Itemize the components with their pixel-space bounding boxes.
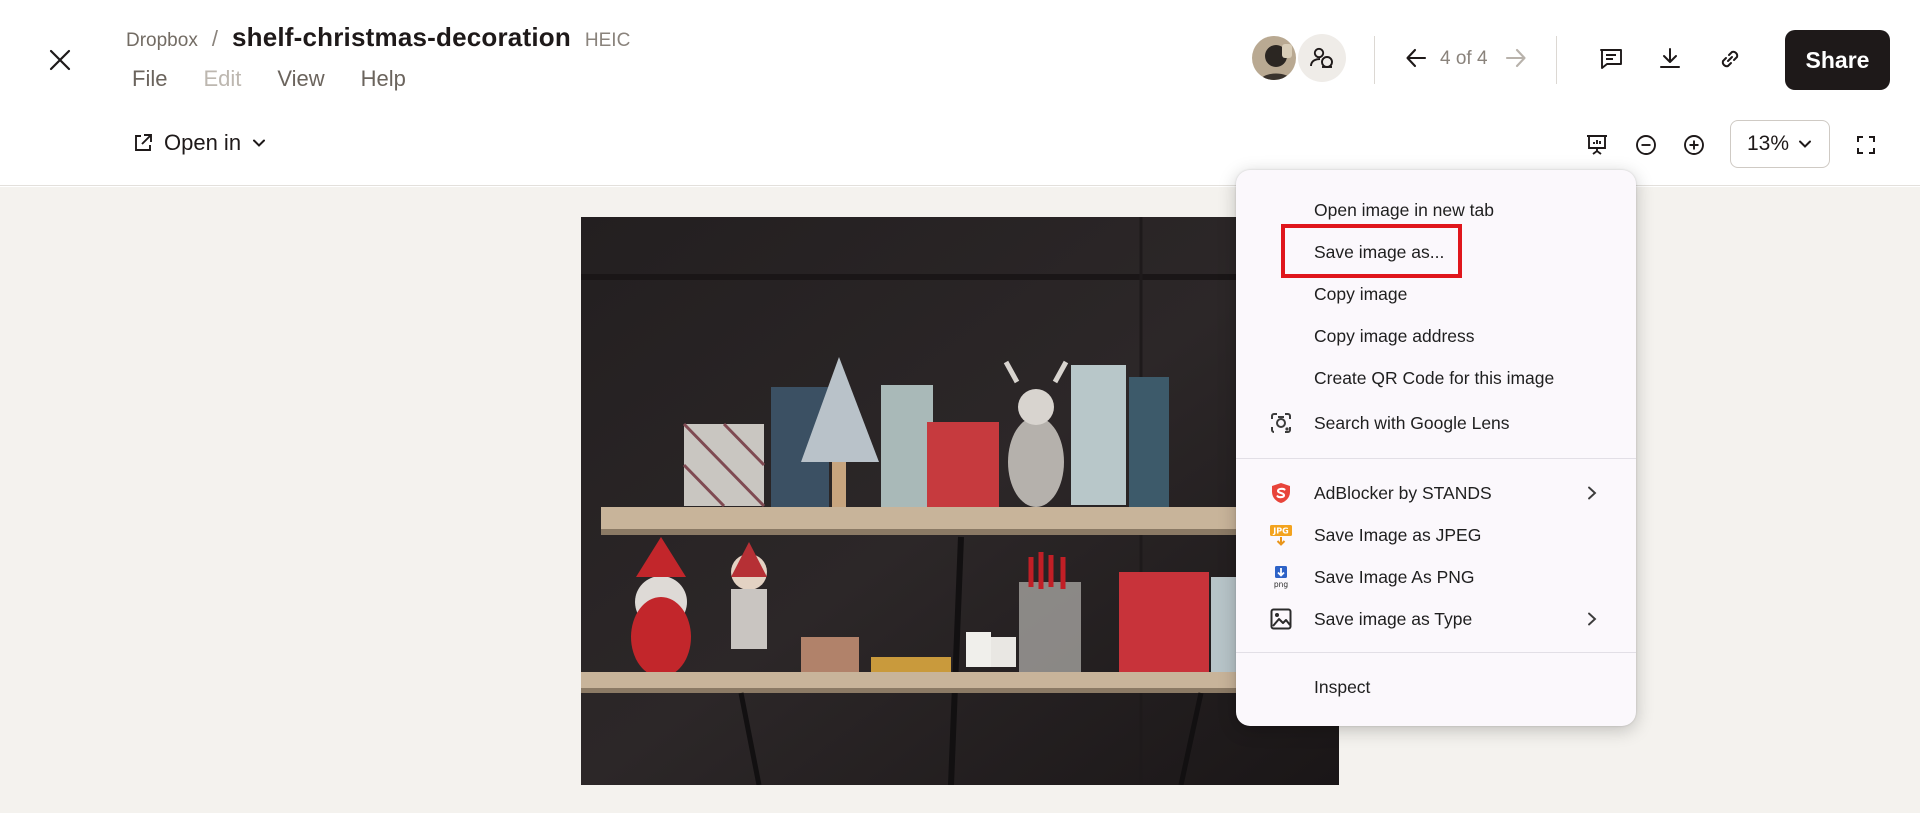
breadcrumb: Dropbox / shelf-christmas-decoration HEI… bbox=[126, 22, 630, 53]
menu-bar: File Edit View Help bbox=[132, 66, 406, 92]
person-share-icon bbox=[1310, 47, 1333, 68]
menu-item-create-qr-code[interactable]: Create QR Code for this image bbox=[1236, 358, 1636, 398]
file-position-counter: 4 of 4 bbox=[1440, 48, 1488, 69]
menu-item-adblocker-stands[interactable]: AdBlocker by STANDS bbox=[1236, 473, 1636, 513]
open-in-label: Open in bbox=[164, 130, 242, 155]
menu-item-save-image-jpeg[interactable]: JPG Save Image as JPEG bbox=[1236, 515, 1636, 555]
menu-item-label: Open image in new tab bbox=[1314, 199, 1494, 220]
comment-button[interactable] bbox=[1594, 42, 1628, 76]
avatar[interactable] bbox=[1250, 34, 1298, 82]
next-file-button bbox=[1500, 42, 1532, 74]
presentation-button[interactable] bbox=[1580, 128, 1614, 162]
avatar-photo bbox=[1252, 36, 1296, 80]
preview-image[interactable] bbox=[581, 217, 1339, 785]
menu-edit: Edit bbox=[203, 66, 242, 91]
image-icon bbox=[1268, 606, 1294, 632]
menu-view[interactable]: View bbox=[277, 66, 324, 92]
presentation-icon bbox=[1587, 135, 1607, 155]
header-divider bbox=[1374, 36, 1375, 84]
open-in-button[interactable]: Open in bbox=[132, 130, 267, 156]
close-button[interactable] bbox=[44, 44, 76, 76]
file-extension-badge: HEIC bbox=[584, 30, 631, 51]
menu-item-label: Search with Google Lens bbox=[1314, 412, 1510, 433]
zoom-level-value: 13% bbox=[1746, 132, 1790, 155]
chevron-right-icon bbox=[1584, 485, 1600, 501]
menu-help[interactable]: Help bbox=[361, 66, 406, 92]
menu-separator bbox=[1236, 458, 1636, 459]
breadcrumb-separator: / bbox=[211, 26, 218, 51]
download-icon bbox=[1660, 48, 1680, 68]
menu-item-label: Inspect bbox=[1314, 676, 1371, 697]
zoom-out-button[interactable] bbox=[1629, 128, 1663, 162]
svg-text:JPG: JPG bbox=[1272, 527, 1288, 536]
chevron-down-icon bbox=[253, 139, 266, 147]
close-icon bbox=[49, 49, 71, 71]
fullscreen-button[interactable] bbox=[1849, 128, 1883, 162]
jpg-icon: JPG bbox=[1268, 522, 1294, 548]
menu-item-save-image-png[interactable]: png Save Image As PNG bbox=[1236, 557, 1636, 597]
fullscreen-icon bbox=[1857, 136, 1875, 154]
menu-item-save-image-as-type[interactable]: Save image as Type bbox=[1236, 599, 1636, 639]
menu-item-inspect[interactable]: Inspect bbox=[1236, 667, 1636, 707]
download-button[interactable] bbox=[1653, 42, 1687, 76]
menu-item-label: Copy image address bbox=[1314, 325, 1475, 346]
comment-icon bbox=[1600, 49, 1622, 69]
zoom-out-icon bbox=[1636, 135, 1656, 155]
copy-link-button[interactable] bbox=[1713, 42, 1747, 76]
zoom-in-button[interactable] bbox=[1677, 128, 1711, 162]
menu-item-label: Save Image As PNG bbox=[1314, 566, 1475, 587]
header-divider bbox=[1556, 36, 1557, 84]
menu-item-search-google-lens[interactable]: Search with Google Lens bbox=[1236, 403, 1636, 443]
share-button[interactable]: Share bbox=[1785, 30, 1890, 90]
link-icon bbox=[1721, 50, 1739, 68]
google-lens-icon bbox=[1268, 410, 1294, 436]
zoom-level-select[interactable]: 13% bbox=[1730, 120, 1830, 168]
previous-file-button[interactable] bbox=[1400, 42, 1432, 74]
highlight-annotation-box bbox=[1281, 224, 1462, 278]
chevron-down-icon bbox=[1799, 140, 1812, 148]
menu-item-label: Save Image as JPEG bbox=[1314, 524, 1482, 545]
arrow-right-icon bbox=[1505, 48, 1526, 68]
menu-item-label: Save image as Type bbox=[1314, 608, 1473, 629]
viewer-header: Dropbox / shelf-christmas-decoration HEI… bbox=[0, 0, 1920, 186]
chevron-right-icon bbox=[1584, 611, 1600, 627]
breadcrumb-root-link[interactable]: Dropbox bbox=[126, 30, 198, 52]
adblocker-stands-icon bbox=[1268, 480, 1294, 506]
menu-separator bbox=[1236, 652, 1636, 653]
menu-item-label: Create QR Code for this image bbox=[1314, 367, 1555, 388]
menu-item-label: Copy image bbox=[1314, 283, 1408, 304]
menu-item-copy-image[interactable]: Copy image bbox=[1236, 274, 1636, 314]
shelf-photo bbox=[581, 217, 1339, 785]
png-icon: png bbox=[1268, 564, 1294, 590]
external-open-icon bbox=[135, 134, 152, 151]
zoom-in-icon bbox=[1684, 135, 1704, 155]
svg-text:png: png bbox=[1274, 580, 1289, 589]
menu-item-label: AdBlocker by STANDS bbox=[1314, 482, 1492, 503]
menu-file[interactable]: File bbox=[132, 66, 167, 92]
manage-access-button[interactable] bbox=[1298, 34, 1346, 82]
menu-item-copy-image-address[interactable]: Copy image address bbox=[1236, 316, 1636, 356]
file-name-title: shelf-christmas-decoration bbox=[231, 22, 571, 52]
arrow-left-icon bbox=[1406, 48, 1427, 68]
